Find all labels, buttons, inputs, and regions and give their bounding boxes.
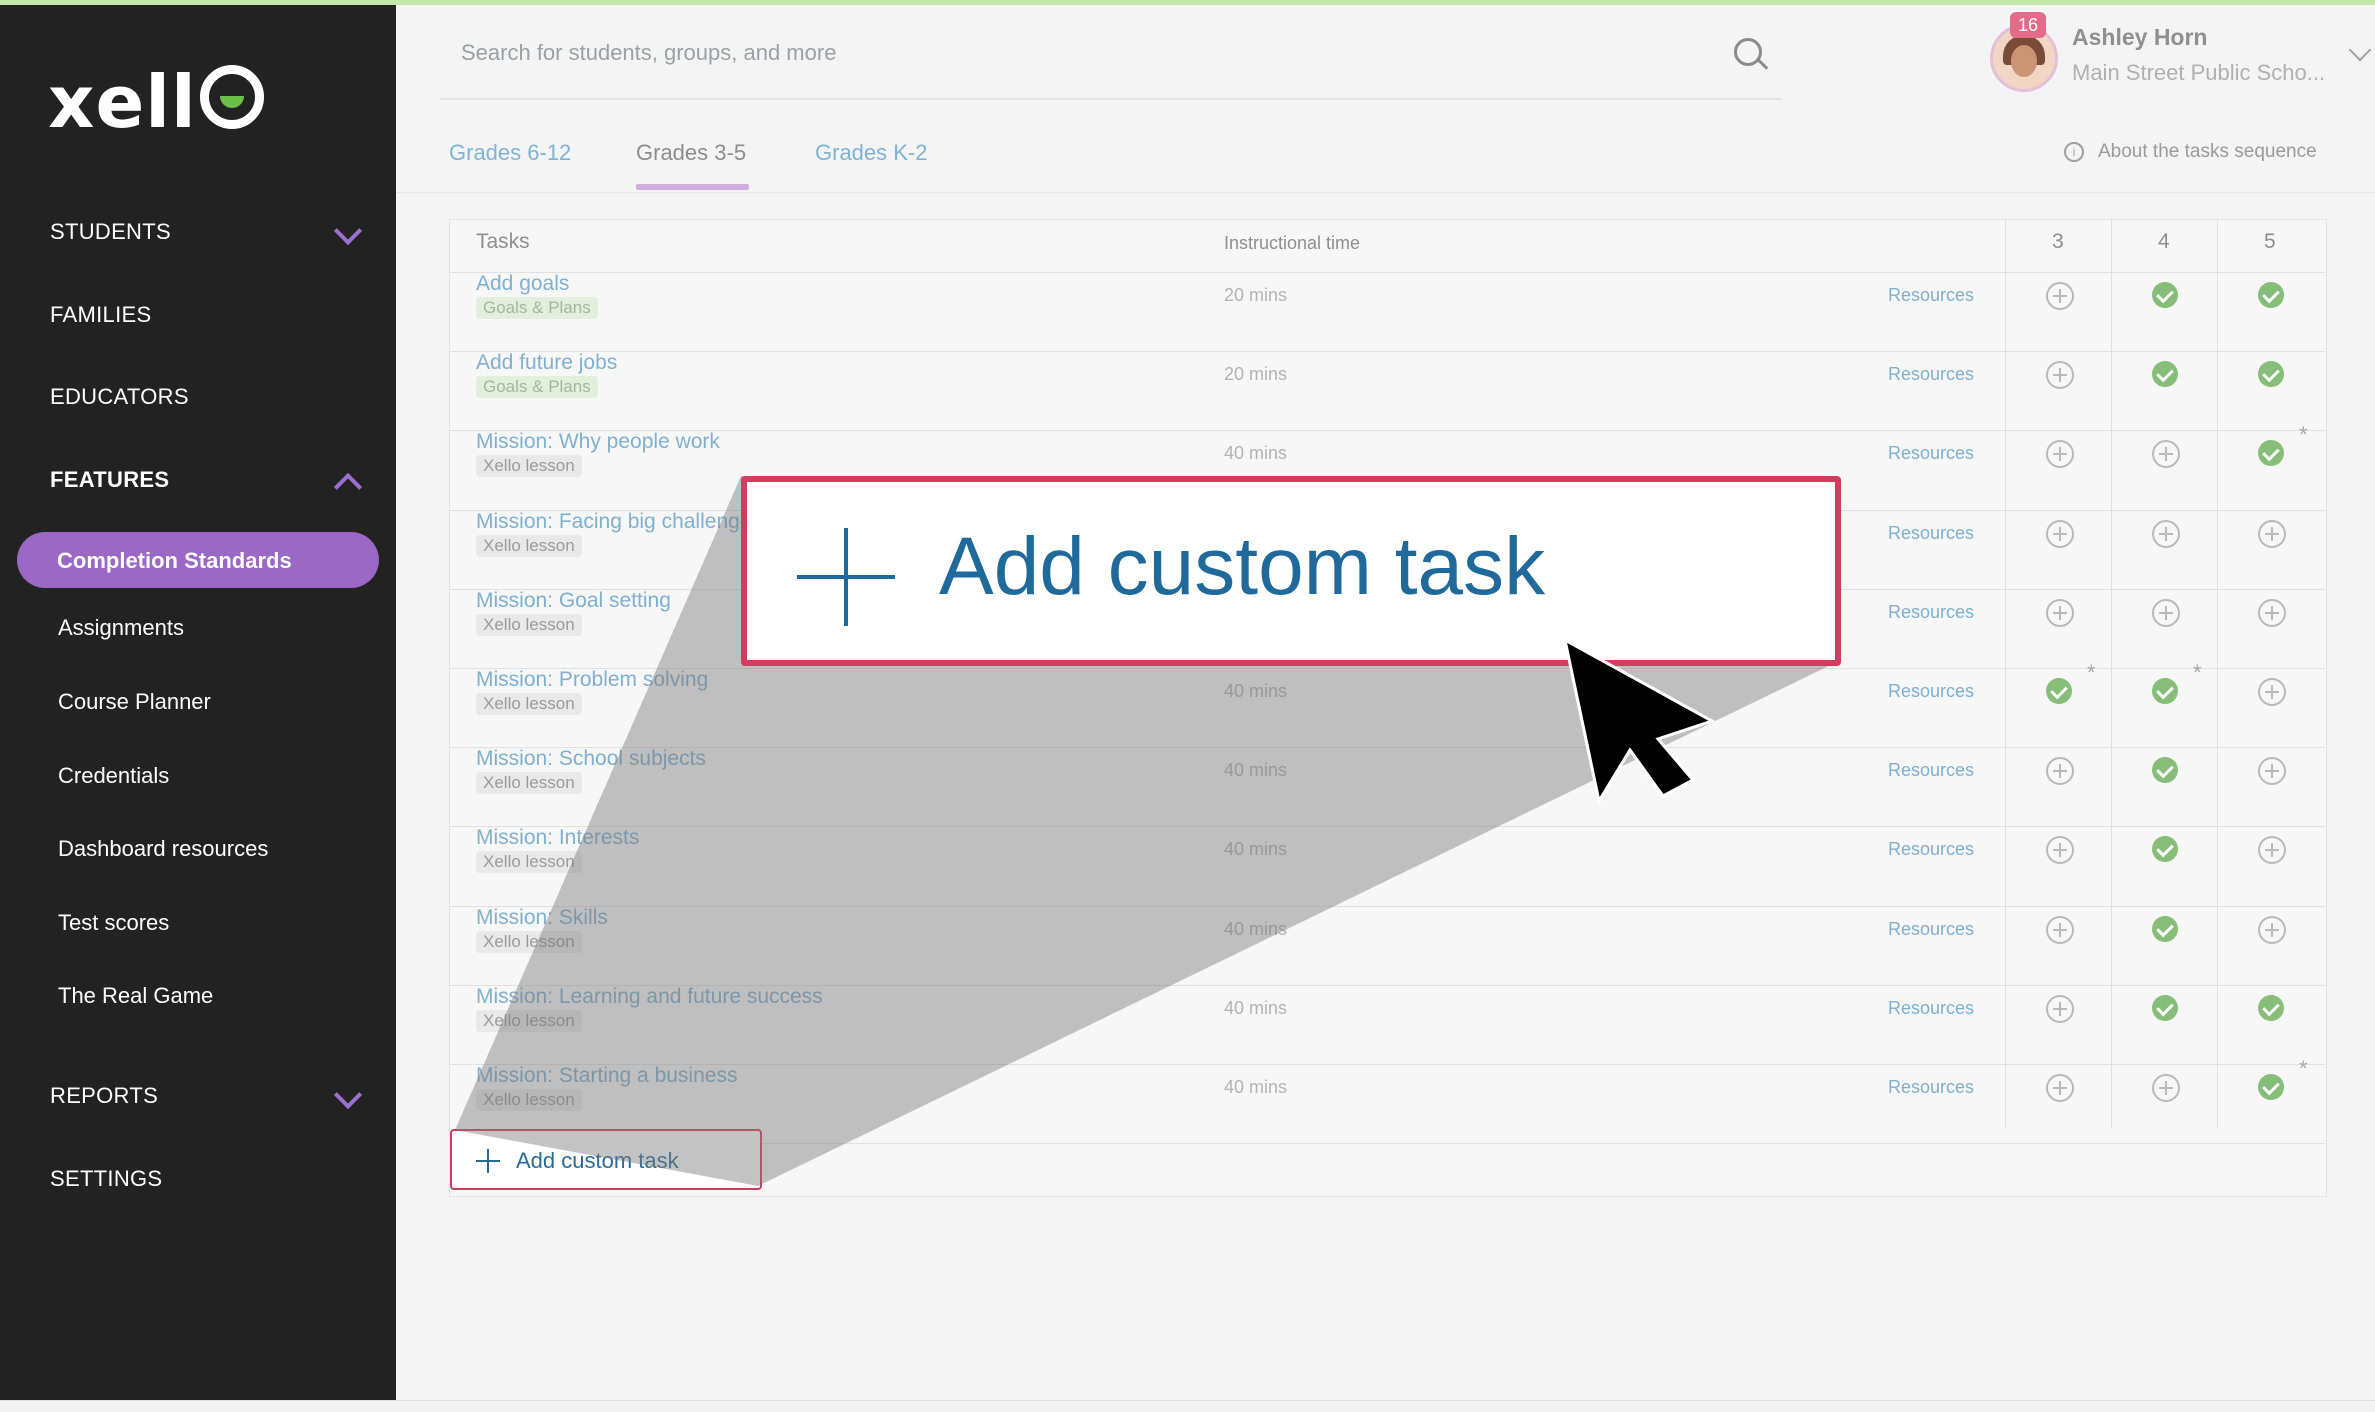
plus-icon [797, 528, 895, 626]
zoom-highlight-overlay [455, 476, 1841, 1186]
add-custom-task-callout: Add custom task [741, 476, 1841, 666]
callout-label: Add custom task [939, 521, 1546, 612]
footer-strip [0, 1400, 2375, 1412]
